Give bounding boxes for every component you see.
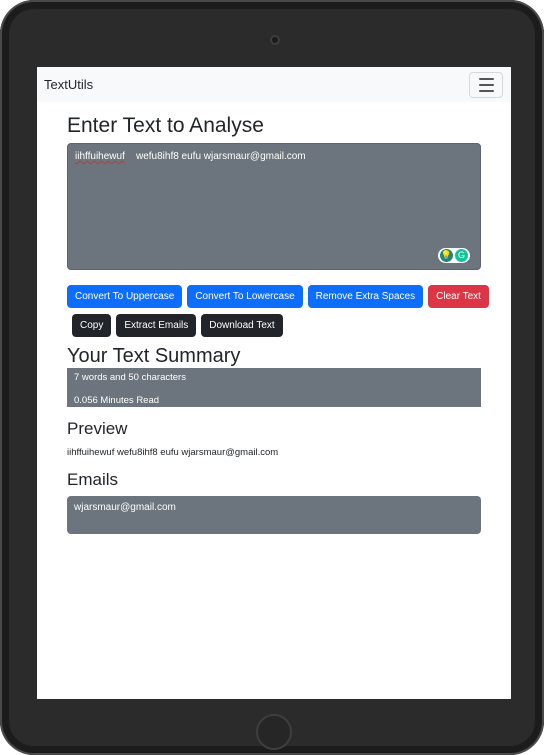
form-heading: Enter Text to Analyse [67,114,264,137]
camera-icon [270,35,280,45]
summary-heading: Your Text Summary [67,345,241,367]
tablet-frame: TextUtils Enter Text to Analyse iihffuih… [0,0,544,755]
word-char-count: 7 words and 50 characters [74,372,186,383]
download-text-button[interactable]: Download Text [201,314,283,337]
clear-text-button[interactable]: Clear Text [428,285,489,308]
action-buttons-row-1: Convert To Uppercase Convert To Lowercas… [67,285,489,308]
main-container: Enter Text to Analyse iihffuihewuf wefu8… [37,114,511,534]
navbar-brand[interactable]: TextUtils [44,77,93,92]
summary-box: 7 words and 50 characters 0.056 Minutes … [67,368,481,407]
navbar: TextUtils [37,67,511,102]
emails-heading: Emails [67,470,119,489]
copy-button[interactable]: Copy [72,314,112,337]
read-time: 0.056 Minutes Read [74,395,160,406]
emails-output[interactable]: wjarsmaur@gmail.com [67,496,481,534]
preview-heading: Preview [67,419,128,438]
browser-viewport: TextUtils Enter Text to Analyse iihffuih… [37,67,511,699]
text-input-rest: wefu8ihf8 eufu wjarsmaur@gmail.com [124,151,306,162]
preview-text: iihffuihewuf wefu8ihf8 eufu wjarsmaur@gm… [67,447,279,458]
remove-extra-spaces-button[interactable]: Remove Extra Spaces [307,285,424,308]
extract-emails-button[interactable]: Extract Emails [116,314,197,337]
convert-uppercase-button[interactable]: Convert To Uppercase [67,285,183,308]
home-button[interactable] [256,714,292,750]
text-input-misspelled-word: iihffuihewuf [75,151,125,162]
grammarly-widget[interactable]: 💡 G [438,248,470,263]
grammarly-icon[interactable]: G [455,249,468,262]
hamburger-menu-icon[interactable] [469,71,503,98]
lightbulb-icon[interactable]: 💡 [440,249,453,262]
convert-lowercase-button[interactable]: Convert To Lowercase [187,285,303,308]
action-buttons-row-2: Copy Extract Emails Download Text [67,314,481,337]
text-input-area[interactable]: iihffuihewuf wefu8ihf8 eufu wjarsmaur@gm… [67,143,481,270]
email-value: wjarsmaur@gmail.com [74,502,176,513]
